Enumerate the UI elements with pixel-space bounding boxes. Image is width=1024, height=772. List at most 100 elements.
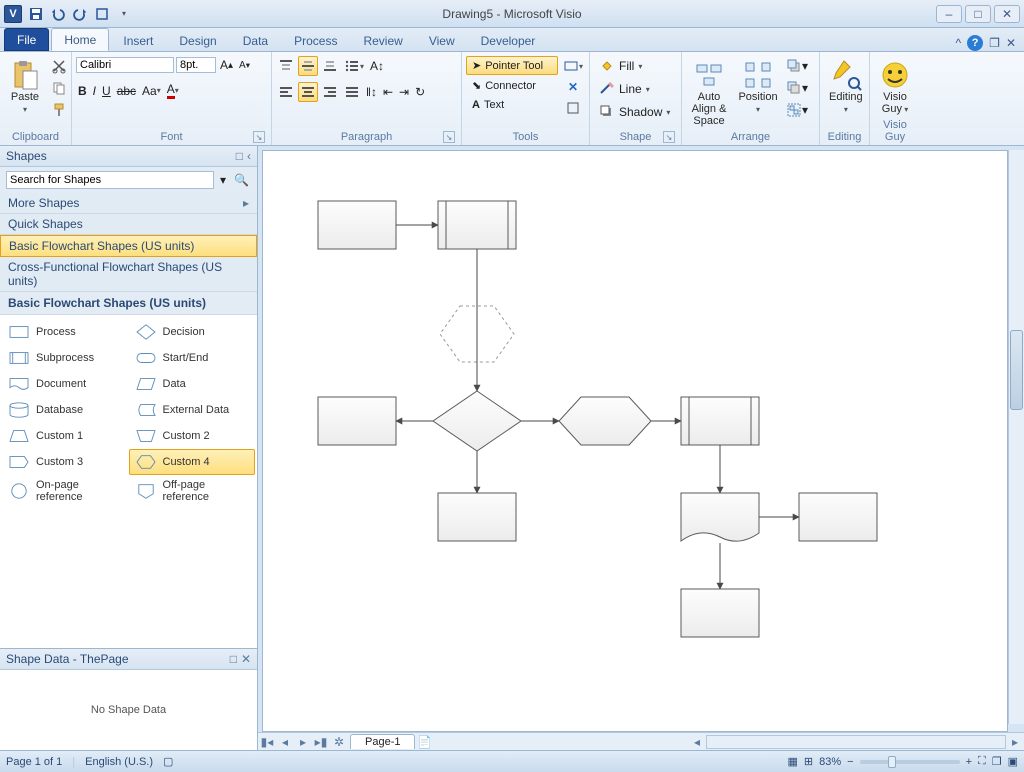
cut-icon[interactable] [49,56,69,76]
redo-icon[interactable] [70,4,90,24]
minimize-button[interactable]: – [936,5,962,23]
macro-record-icon[interactable]: ▢ [163,755,173,768]
shape-database[interactable]: Database [2,397,129,423]
quick-shapes-row[interactable]: Quick Shapes [0,214,257,235]
align-left-icon[interactable] [276,82,296,102]
hscroll-left-icon[interactable]: ◂ [688,735,706,749]
text-tool-button[interactable]: A Text [466,96,558,114]
tab-file[interactable]: File [4,28,49,51]
paragraph-launcher-icon[interactable]: ↘ [443,131,455,143]
connection-point-icon[interactable]: ✕ [561,78,585,96]
page-last-icon[interactable]: ▸▮ [312,735,330,749]
maximize-button[interactable]: □ [965,5,991,23]
indent-right-icon[interactable]: ⇥ [397,83,411,101]
fit-window-icon[interactable]: ⛶ [978,755,986,768]
shape-process[interactable]: Process [2,319,129,345]
bullets-icon[interactable] [342,56,366,76]
page-tab-1[interactable]: Page-1 [350,734,415,749]
connector-tool-button[interactable]: ⬊ Connector [466,76,558,95]
qat-customize-icon[interactable] [114,4,134,24]
page-new-icon[interactable]: ✲ [330,735,348,749]
underline-icon[interactable]: U [100,82,113,100]
font-name-input[interactable] [76,57,174,73]
copy-icon[interactable] [49,78,69,98]
editing-button[interactable]: Editing [824,56,868,118]
zoom-slider[interactable] [860,760,960,764]
tab-home[interactable]: Home [51,28,109,51]
minimize-ribbon-icon[interactable]: ^ [956,36,962,50]
shape-custom3[interactable]: Custom 3 [2,449,129,475]
tab-review[interactable]: Review [351,30,414,51]
align-top-icon[interactable] [276,56,296,76]
panel-collapse-icon[interactable]: ‹ [247,149,251,163]
shape-subprocess[interactable]: Subprocess [2,345,129,371]
help-icon[interactable]: ? [967,35,983,51]
shapedata-close-icon[interactable]: ✕ [241,652,251,666]
close-button[interactable]: ✕ [994,5,1020,23]
send-back-icon[interactable]: ▾ [784,78,810,98]
tab-design[interactable]: Design [167,30,228,51]
zoom-out-icon[interactable]: − [847,756,853,768]
close-document-icon[interactable]: ✕ [1006,36,1016,50]
search-input[interactable] [6,171,214,189]
shape-startend[interactable]: Start/End [129,345,256,371]
page-add-icon[interactable]: 📄 [415,735,433,749]
bring-front-icon[interactable]: ▾ [784,56,810,76]
auto-align-button[interactable]: Auto Align & Space [686,56,732,130]
align-bottom-icon[interactable] [320,56,340,76]
font-size-input[interactable] [176,57,216,73]
shape-custom1[interactable]: Custom 1 [2,423,129,449]
bold-icon[interactable]: B [76,82,89,100]
format-painter-icon[interactable] [49,100,69,120]
save-icon[interactable] [26,4,46,24]
page-first-icon[interactable]: ▮◂ [258,735,276,749]
strike-icon[interactable]: abc [115,82,138,100]
cross-functional-row[interactable]: Cross-Functional Flowchart Shapes (US un… [0,257,257,292]
shape-decision[interactable]: Decision [129,319,256,345]
crop-tool-icon[interactable] [561,98,585,118]
position-button[interactable]: Position [735,56,781,118]
shape-custom2[interactable]: Custom 2 [129,423,256,449]
fullscreen-icon[interactable]: ▣ [1008,755,1018,768]
undo-icon[interactable] [48,4,68,24]
paste-button[interactable]: Paste [4,56,46,118]
page-prev-icon[interactable]: ◂ [276,735,294,749]
justify-icon[interactable] [342,82,362,102]
italic-icon[interactable]: I [91,82,98,100]
grow-font-icon[interactable]: A▴ [218,56,235,74]
hscroll-right-icon[interactable]: ▸ [1006,735,1024,749]
shapedata-max-icon[interactable]: □ [230,652,237,666]
line-spacing-icon[interactable]: ‖↕ [364,83,379,101]
drawing-canvas[interactable] [262,150,1008,732]
fill-button[interactable]: Fill [594,56,647,76]
align-right-icon[interactable] [320,82,340,102]
view-normal-icon[interactable]: ⊞ [804,755,813,768]
tab-insert[interactable]: Insert [111,30,165,51]
search-dropdown-icon[interactable]: ▾ [218,171,228,189]
shape-custom4[interactable]: Custom 4 [129,449,256,475]
basic-flowchart-row[interactable]: Basic Flowchart Shapes (US units) [0,235,257,257]
shape-onpageref[interactable]: On-page reference [2,475,129,507]
rectangle-tool-icon[interactable] [561,56,585,76]
more-shapes-row[interactable]: More Shapes▸ [0,193,257,214]
text-direction-icon[interactable]: A↕ [368,57,386,75]
shadow-button[interactable]: Shadow [594,102,675,122]
status-language[interactable]: English (U.S.) [85,756,153,768]
tab-developer[interactable]: Developer [469,30,548,51]
status-zoom[interactable]: 83% [819,756,841,768]
shape-document[interactable]: Document [2,371,129,397]
shape-externaldata[interactable]: External Data [129,397,256,423]
shape-data[interactable]: Data [129,371,256,397]
tab-data[interactable]: Data [231,30,280,51]
search-go-icon[interactable]: 🔍 [232,171,251,189]
line-button[interactable]: Line [594,79,655,99]
font-color-icon[interactable]: A [165,80,181,101]
case-icon[interactable]: Aa [140,82,163,100]
indent-left-icon[interactable]: ⇤ [381,83,395,101]
zoom-in-icon[interactable]: + [966,756,972,768]
qat-icon[interactable] [92,4,112,24]
vertical-scrollbar[interactable] [1008,150,1024,724]
group-icon[interactable]: ▾ [784,100,810,120]
pointer-tool-button[interactable]: ➤ Pointer Tool [466,56,558,75]
align-center-icon[interactable] [298,82,318,102]
